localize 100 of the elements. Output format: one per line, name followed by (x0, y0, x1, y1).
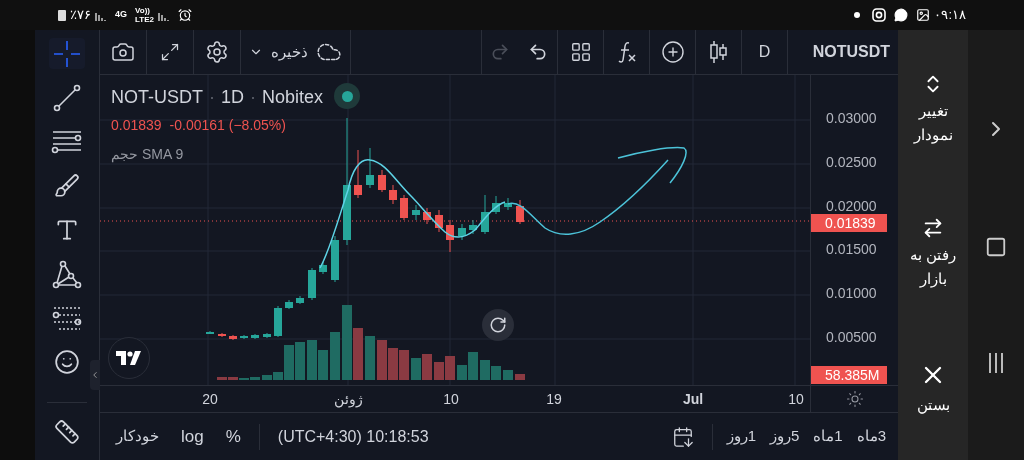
expand-icon (160, 42, 180, 62)
reset-chart-button[interactable] (482, 309, 514, 341)
battery-level: ٪۷۶ (70, 6, 91, 25)
legend-separator: · (209, 86, 215, 109)
image-icon (916, 8, 931, 22)
time-tick: ژوئن (333, 390, 363, 410)
recent-apps-icon[interactable] (988, 352, 1004, 373)
candle (263, 332, 271, 339)
legend-change: -0.00161 (−8.05%) (169, 116, 286, 135)
candle (412, 204, 420, 221)
range-button[interactable]: 1روز (726, 425, 756, 448)
time-tick: 10 (788, 390, 804, 409)
candle (492, 195, 500, 215)
price-tick: 0.01000 (826, 285, 877, 301)
candle (435, 209, 443, 233)
undo-icon (527, 42, 548, 62)
candle (285, 299, 293, 310)
legend-separator: · (250, 86, 256, 109)
candle (400, 194, 408, 221)
indicator-name: SMA 9 (142, 145, 184, 164)
candle (366, 147, 374, 189)
settings-icon (205, 40, 229, 64)
candle (378, 169, 386, 193)
candle (296, 295, 304, 305)
price-tick: 0.03000 (826, 110, 877, 126)
indicator-label: حجم (111, 145, 138, 165)
time-tick: 19 (546, 390, 562, 409)
dot-icon (854, 12, 861, 18)
candle (274, 305, 282, 338)
plus-circle-icon (660, 40, 685, 64)
timezone-clock[interactable]: (UTC+4:30) 10:18:53 (277, 424, 429, 449)
line-icon (52, 82, 82, 113)
volte-label: Vo)) (135, 6, 151, 15)
camera-icon (111, 40, 135, 64)
symbol-button[interactable]: NOTUSDT (788, 30, 898, 74)
volume-bar (318, 350, 328, 380)
pattern-icon (52, 258, 82, 289)
range-button[interactable]: 5روز (769, 425, 800, 448)
legend-symbol: NOT-USDT (111, 86, 203, 109)
function-icon (615, 40, 638, 64)
volume-bar (388, 348, 398, 380)
legend-price: 0.01839 (111, 116, 162, 135)
candle (354, 149, 362, 199)
rotate-icon (489, 316, 507, 334)
log-scale-button[interactable]: log (177, 423, 208, 450)
camera-app-icon (872, 8, 887, 22)
candle (240, 334, 248, 340)
legend-interval: 1D (221, 86, 244, 109)
interval-button[interactable]: D (742, 30, 788, 74)
time-tick: 10 (443, 390, 459, 409)
ruler-icon (54, 418, 80, 445)
chat-icon (894, 8, 909, 22)
time-tick: 20 (202, 390, 218, 409)
volume-bar (330, 332, 340, 380)
volume-bar (503, 370, 513, 380)
volume-bar (365, 336, 375, 380)
candle (218, 332, 226, 338)
go-to-date-button[interactable] (671, 425, 694, 448)
auto-scale-button[interactable]: خودکار (112, 425, 163, 448)
candle (308, 267, 316, 301)
candle (423, 207, 431, 225)
candle (319, 261, 327, 275)
candle (516, 199, 524, 225)
candle (206, 330, 214, 335)
candle (481, 194, 489, 235)
volume-bar (434, 362, 444, 380)
price-tick: 0.02000 (826, 198, 877, 214)
volume-bar (411, 358, 421, 380)
legend-exchange: Nobitex (262, 86, 324, 109)
lte-label: LTE2 (135, 15, 154, 24)
range-button[interactable]: 1ماه (813, 425, 843, 448)
close-button[interactable]: بستن (901, 361, 965, 417)
go-market-button[interactable]: رفتن به بازار (901, 217, 965, 291)
grid-icon (569, 41, 592, 63)
volume-label: 58.385M (811, 366, 887, 384)
crosshair-tool[interactable] (49, 38, 85, 69)
range-button[interactable]: 3ماه (856, 425, 886, 448)
save-button[interactable]: ذخیره (241, 30, 351, 74)
switch-chart-button[interactable]: تغییر نمودار (901, 73, 965, 147)
calendar-icon (671, 425, 694, 448)
live-indicator-button[interactable] (334, 83, 360, 109)
volume-bar (377, 340, 387, 380)
candlestick-icon (707, 40, 730, 64)
volume-bar (422, 354, 432, 380)
network-type: 4G (115, 8, 127, 22)
percent-scale-button[interactable]: % (221, 423, 245, 450)
time-tick: Jul (682, 390, 704, 409)
last-price-label: 0.01839 (811, 214, 887, 232)
volume-bar (399, 350, 409, 380)
home-button-icon (985, 236, 1007, 258)
redo-icon (490, 42, 510, 62)
price-tick: 0.00500 (826, 329, 877, 345)
candle (446, 219, 454, 253)
candle (331, 235, 339, 283)
volume-bar (480, 360, 490, 380)
price-tick: 0.01500 (826, 241, 877, 257)
volume-bar (491, 366, 501, 380)
price-tick: 0.02500 (826, 154, 877, 170)
volume-bar (445, 356, 455, 380)
candle (504, 197, 512, 211)
